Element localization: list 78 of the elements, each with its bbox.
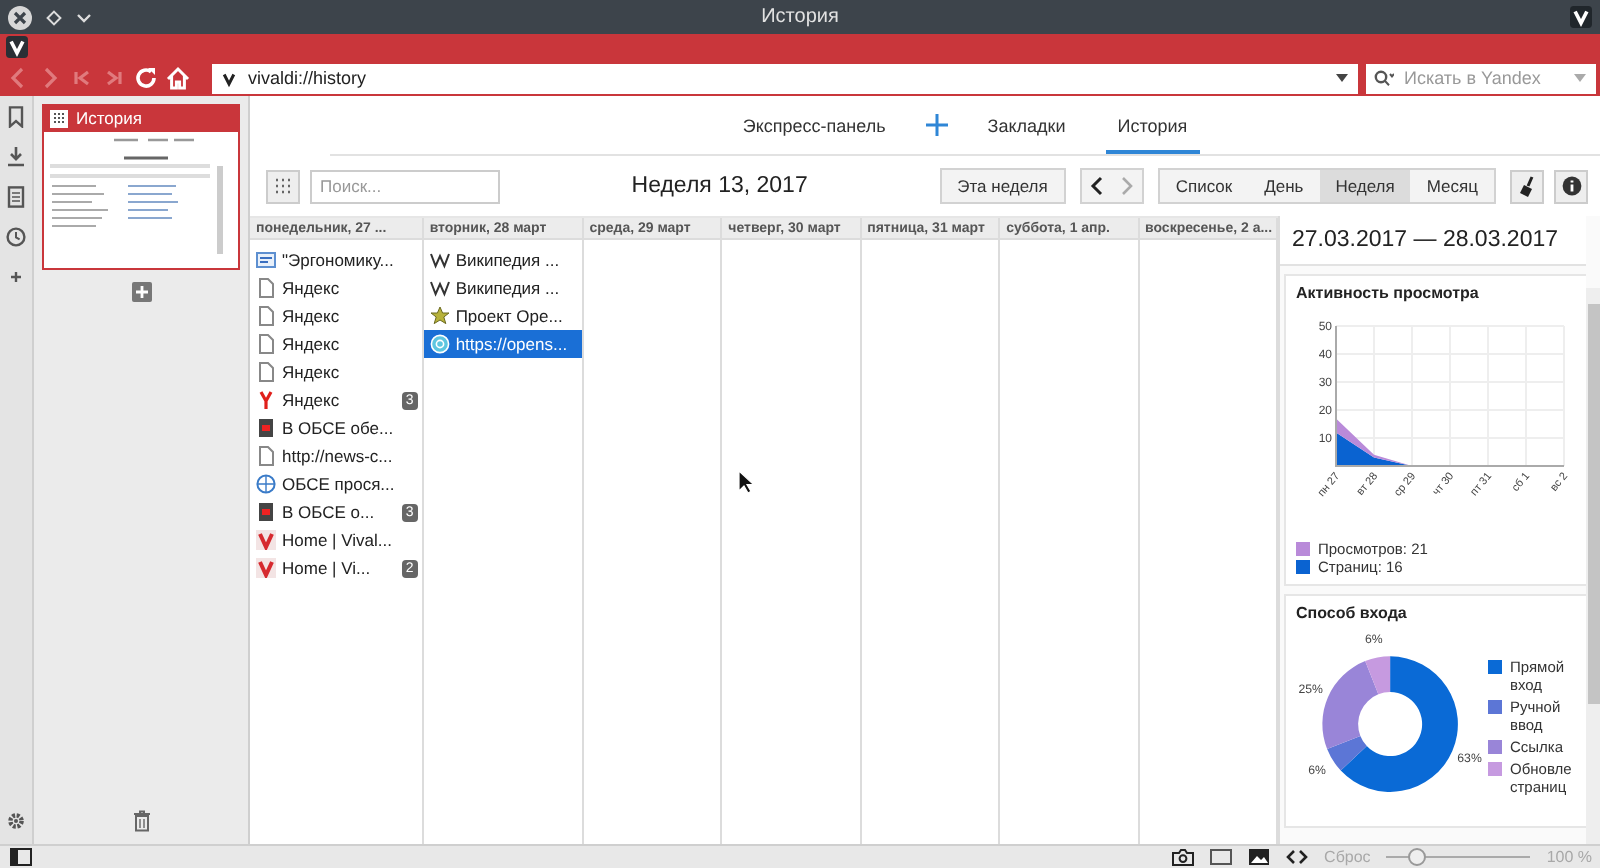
favicon-icon (256, 250, 276, 270)
notes-icon[interactable] (6, 186, 26, 208)
info-button[interactable] (1554, 169, 1588, 203)
chevron-down-icon[interactable] (76, 11, 92, 23)
dropdown-caret-icon[interactable] (1336, 74, 1348, 82)
scrollbar[interactable] (1586, 288, 1600, 844)
image-icon[interactable] (1248, 848, 1271, 866)
w-logo-icon (429, 278, 450, 298)
add-icon[interactable] (925, 114, 948, 136)
v-logo-icon (256, 558, 276, 578)
history-entry[interactable]: ОБСЕ прося... (250, 470, 422, 498)
history-entry[interactable]: Яндекс (250, 358, 422, 386)
view-tab[interactable]: Неделя (1319, 170, 1411, 202)
zoom-level: 100 % (1546, 848, 1592, 866)
view-tab[interactable]: Месяц (1410, 170, 1494, 202)
info-icon (1561, 176, 1581, 196)
diamond-icon[interactable] (46, 9, 62, 25)
history-entry[interactable]: В ОБСЕ обе... (250, 414, 422, 442)
nav-tab[interactable]: История (1105, 96, 1200, 154)
grid-button[interactable] (266, 169, 300, 203)
history-entry[interactable]: Википедия ... (423, 246, 582, 274)
history-entry[interactable]: Яндекс (250, 330, 422, 358)
close-icon[interactable] (8, 5, 32, 29)
history-entry[interactable]: Home | Vival... (250, 526, 422, 554)
panel-toggle-icon[interactable] (10, 848, 32, 866)
nav-tab[interactable]: Экспресс-панель (730, 96, 898, 154)
history-entry[interactable]: Яндекс (250, 302, 422, 330)
news-icon (256, 418, 276, 438)
trash-icon[interactable] (131, 810, 151, 832)
w-logo-icon (429, 250, 450, 270)
code-brackets-icon[interactable] (1286, 848, 1309, 866)
v-logo-icon[interactable] (6, 36, 28, 58)
chart-title: Способ входа (1296, 604, 1409, 622)
chevron-right-icon (1119, 176, 1134, 196)
dot-grid-icon (274, 177, 292, 195)
history-entry[interactable]: Проект Ope... (423, 302, 582, 330)
bookmark-icon[interactable] (6, 106, 26, 128)
week-title: Неделя 13, 2017 (629, 174, 810, 198)
v-logo-icon (220, 69, 238, 87)
broom-icon (1517, 175, 1537, 197)
search-field[interactable]: Поиск... (310, 169, 500, 203)
page-icon (256, 446, 276, 466)
clear-history-button[interactable] (1510, 169, 1544, 203)
grid-icon (50, 109, 68, 127)
search-icon (1374, 69, 1394, 87)
window-title: История (761, 6, 839, 28)
this-week-button[interactable]: Эта неделя (939, 168, 1066, 204)
reload-icon[interactable] (134, 66, 158, 90)
letter-y-icon (256, 390, 276, 410)
v-logo-icon (256, 530, 276, 550)
chevron-left-icon (1089, 176, 1104, 196)
tab-thumbnail-card[interactable]: История (42, 104, 240, 270)
mouse-cursor-icon (738, 470, 754, 494)
globe-icon (256, 474, 276, 494)
history-entry[interactable]: https://opens... (423, 330, 582, 358)
date-range-title: 27.03.2017 — 28.03.2017 (1280, 216, 1586, 266)
history-entry[interactable]: Яндекс (250, 274, 422, 302)
news-icon (256, 502, 276, 522)
add-button[interactable] (131, 282, 151, 302)
history-clock-icon[interactable] (6, 226, 26, 248)
chart-title: Активность просмотра (1296, 284, 1481, 302)
view-tab[interactable]: Список (1159, 170, 1249, 202)
slider-thumb[interactable] (1407, 848, 1426, 866)
star-icon (429, 306, 450, 326)
home-icon[interactable] (166, 66, 190, 90)
history-entry[interactable]: "Эргономику... (250, 246, 422, 274)
settings-icon[interactable] (6, 810, 26, 832)
v-logo-icon (1570, 6, 1592, 28)
address-field[interactable]: vivaldi://history (212, 63, 1358, 93)
nav-tab[interactable]: Закладки (975, 96, 1078, 154)
history-entry[interactable]: Википедия ... (423, 274, 582, 302)
view-tab[interactable]: День (1248, 170, 1320, 202)
history-entry[interactable]: http://news-c... (250, 442, 422, 470)
download-icon[interactable] (6, 146, 26, 168)
camera-icon[interactable] (1172, 848, 1195, 866)
plus-icon[interactable] (6, 266, 26, 288)
window-icon[interactable] (1210, 848, 1233, 866)
globe-icon (429, 334, 450, 354)
